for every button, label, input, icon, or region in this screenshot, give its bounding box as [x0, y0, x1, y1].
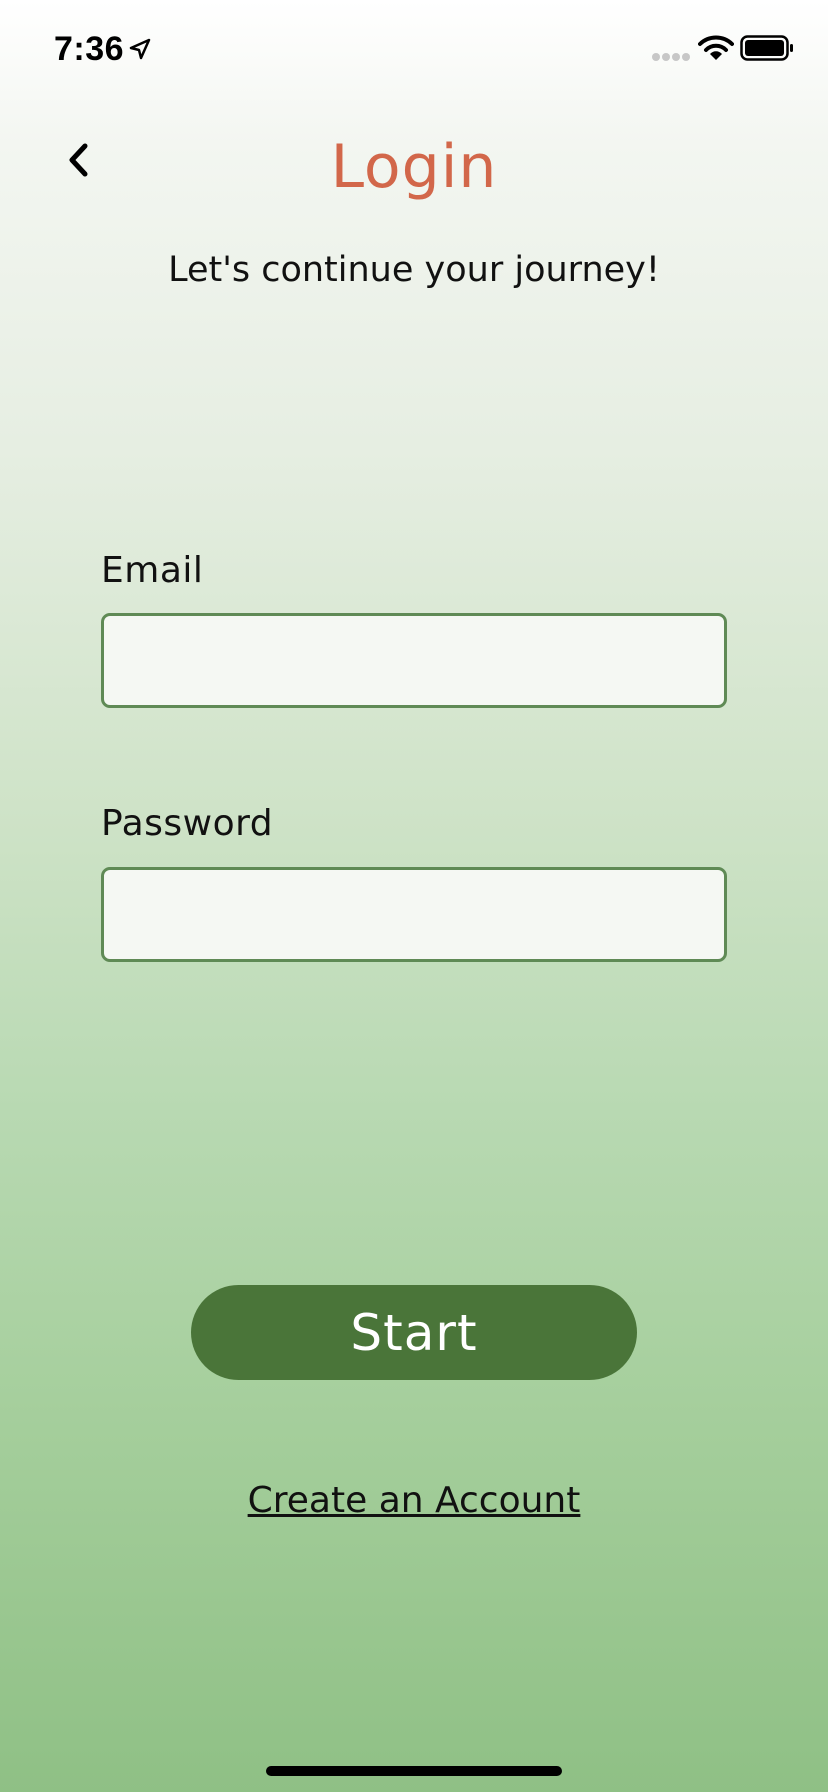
- status-bar: 7:36: [0, 0, 828, 100]
- status-time: 7:36: [54, 30, 125, 68]
- cellular-signal-icon: [652, 53, 690, 61]
- password-label: Password: [101, 803, 274, 844]
- home-indicator[interactable]: [266, 1766, 562, 1776]
- create-account-link[interactable]: Create an Account: [0, 1480, 828, 1521]
- battery-icon: [740, 35, 793, 61]
- email-label: Email: [101, 550, 204, 591]
- start-button-label: Start: [350, 1303, 478, 1362]
- start-button[interactable]: Start: [191, 1285, 637, 1380]
- page-title: Login: [330, 132, 498, 202]
- wifi-icon: [698, 35, 734, 60]
- page-subtitle: Let's continue your journey!: [168, 250, 660, 290]
- password-field[interactable]: [101, 867, 727, 962]
- location-arrow-icon: [129, 38, 151, 60]
- email-field[interactable]: [101, 613, 727, 708]
